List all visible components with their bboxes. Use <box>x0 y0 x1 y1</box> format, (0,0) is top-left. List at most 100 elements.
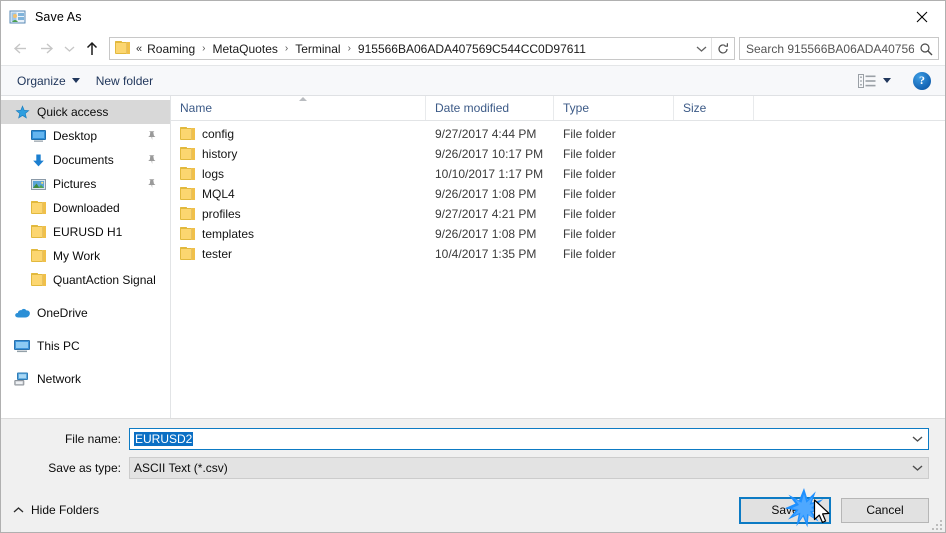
view-options-button[interactable] <box>852 72 897 90</box>
sidebar-item-label: OneDrive <box>37 306 88 320</box>
folder-icon <box>180 207 195 220</box>
table-row[interactable]: MQL4 9/26/2017 1:08 PM File folder <box>171 184 945 204</box>
breadcrumb-overflow[interactable]: « <box>135 43 145 55</box>
file-type-cell: File folder <box>563 207 616 221</box>
pin-icon <box>146 154 157 168</box>
breadcrumb-item-roaming[interactable]: Roaming <box>145 42 197 56</box>
file-name-cell: tester <box>171 247 426 261</box>
arrow-right-icon <box>40 43 53 54</box>
file-name-label: config <box>202 127 235 141</box>
organize-button[interactable]: Organize <box>9 71 88 91</box>
file-name-row: File name: EURUSD2 <box>17 428 929 450</box>
search-input[interactable]: Search 915566BA06ADA40756... <box>739 37 939 60</box>
sidebar-item-label: Downloaded <box>53 201 120 215</box>
column-header-date-modified[interactable]: Date modified <box>426 96 554 120</box>
sidebar-item-documents[interactable]: Documents <box>1 148 170 172</box>
file-type-cell: File folder <box>563 227 616 241</box>
file-date-cell: 9/27/2017 4:21 PM <box>435 207 537 221</box>
column-header-type[interactable]: Type <box>554 96 674 120</box>
cancel-button[interactable]: Cancel <box>841 497 929 523</box>
recent-locations-button[interactable] <box>59 36 79 62</box>
sidebar-item-this-pc[interactable]: This PC <box>1 334 170 358</box>
sidebar-item-label: Desktop <box>53 129 98 143</box>
back-button[interactable] <box>7 36 33 62</box>
command-toolbar: Organize New folder ? <box>1 65 945 96</box>
folder-icon <box>180 187 195 200</box>
refresh-icon <box>718 42 728 54</box>
computer-icon <box>13 337 31 355</box>
table-row[interactable]: templates 9/26/2017 1:08 PM File folder <box>171 224 945 244</box>
close-button[interactable] <box>899 1 945 32</box>
picture-icon <box>29 175 47 193</box>
chevron-down-icon <box>696 46 706 52</box>
navigation-pane: Quick access Desktop Documents Pictures … <box>1 96 171 418</box>
file-name-label: templates <box>202 227 255 241</box>
file-type-cell: File folder <box>563 127 616 141</box>
sidebar-item-onedrive[interactable]: OneDrive <box>1 301 170 325</box>
resize-grip[interactable] <box>930 518 942 530</box>
chevron-right-icon: › <box>347 42 351 54</box>
breadcrumb-item-folderid[interactable]: 915566BA06ADA407569C544CC0D97611 <box>356 42 588 56</box>
file-list-pane: Name Date modified Type Size config 9/27… <box>171 96 945 418</box>
folder-icon <box>180 147 195 160</box>
star-icon <box>13 103 31 121</box>
forward-button[interactable] <box>33 36 59 62</box>
hide-folders-button[interactable]: Hide Folders <box>13 503 99 517</box>
sidebar-item-label: This PC <box>37 339 80 353</box>
table-row[interactable]: history 9/26/2017 10:17 PM File folder <box>171 144 945 164</box>
monitor-icon <box>29 127 47 145</box>
save-as-type-select[interactable]: ASCII Text (*.csv) <box>129 457 929 479</box>
sidebar-item-quick-access[interactable]: Quick access <box>1 100 170 124</box>
table-row[interactable]: profiles 9/27/2017 4:21 PM File folder <box>171 204 945 224</box>
file-type-cell: File folder <box>563 187 616 201</box>
up-button[interactable] <box>79 36 105 62</box>
list-view-icon <box>858 73 876 88</box>
sidebar-item-label: Quick access <box>37 105 109 119</box>
sidebar-item-downloaded[interactable]: Downloaded <box>1 196 170 220</box>
hide-folders-label: Hide Folders <box>31 503 100 517</box>
chevron-right-icon: › <box>284 42 289 54</box>
table-row[interactable]: tester 10/4/2017 1:35 PM File folder <box>171 244 945 264</box>
search-icon[interactable] <box>914 42 938 56</box>
help-button[interactable]: ? <box>913 71 931 90</box>
sidebar-item-network[interactable]: Network <box>1 367 170 391</box>
folder-icon <box>180 247 195 260</box>
sidebar-item-label: QuantAction Signal <box>53 273 156 287</box>
photo-person-icon <box>9 8 27 26</box>
file-name-dropdown-button[interactable] <box>906 435 928 443</box>
sidebar-item-desktop[interactable]: Desktop <box>1 124 170 148</box>
table-row[interactable]: logs 10/10/2017 1:17 PM File folder <box>171 164 945 184</box>
folder-icon <box>180 167 195 180</box>
breadcrumb: « Roaming › MetaQuotes › Terminal › 9155… <box>135 42 691 56</box>
save-as-type-value: ASCII Text (*.csv) <box>134 461 228 475</box>
new-folder-button[interactable]: New folder <box>88 71 161 91</box>
sidebar-item-label: EURUSD H1 <box>53 225 123 239</box>
sidebar-item-pictures[interactable]: Pictures <box>1 172 170 196</box>
chevron-right-icon: › <box>202 42 206 54</box>
sidebar-item-eurusd-h1[interactable]: EURUSD H1 <box>1 220 170 244</box>
file-name-cell: templates <box>171 227 426 241</box>
sidebar-item-my-work[interactable]: My Work <box>1 244 170 268</box>
save-as-type-row: Save as type: ASCII Text (*.csv) <box>17 457 929 479</box>
sidebar-item-label: Pictures <box>53 177 97 191</box>
address-dropdown-button[interactable] <box>691 38 711 59</box>
column-header-size[interactable]: Size <box>674 96 754 120</box>
address-bar[interactable]: « Roaming › MetaQuotes › Terminal › 9155… <box>109 37 735 60</box>
file-name-cell: config <box>171 127 426 141</box>
sidebar-item-quantaction-signal[interactable]: QuantAction Signal <box>1 268 170 292</box>
breadcrumb-item-metaquotes[interactable]: MetaQuotes <box>211 42 280 56</box>
save-as-type-dropdown-button[interactable] <box>906 464 928 472</box>
file-name-label: MQL4 <box>202 187 235 201</box>
save-as-type-label: Save as type: <box>48 461 121 475</box>
file-name-input[interactable]: EURUSD2 <box>129 428 929 450</box>
refresh-button[interactable] <box>711 38 734 59</box>
caret-down-icon <box>883 78 891 83</box>
save-as-dialog: Save As « Roaming › MetaQuotes › Termina… <box>0 0 946 533</box>
table-row[interactable]: config 9/27/2017 4:44 PM File folder <box>171 124 945 144</box>
breadcrumb-item-terminal[interactable]: Terminal <box>293 42 342 56</box>
cloud-icon <box>13 304 31 322</box>
save-button[interactable]: Save <box>739 496 831 524</box>
save-label: Save <box>771 503 799 517</box>
save-form: File name: EURUSD2 Save as type: ASCII T… <box>1 418 945 488</box>
file-date-cell: 9/26/2017 1:08 PM <box>435 187 537 201</box>
